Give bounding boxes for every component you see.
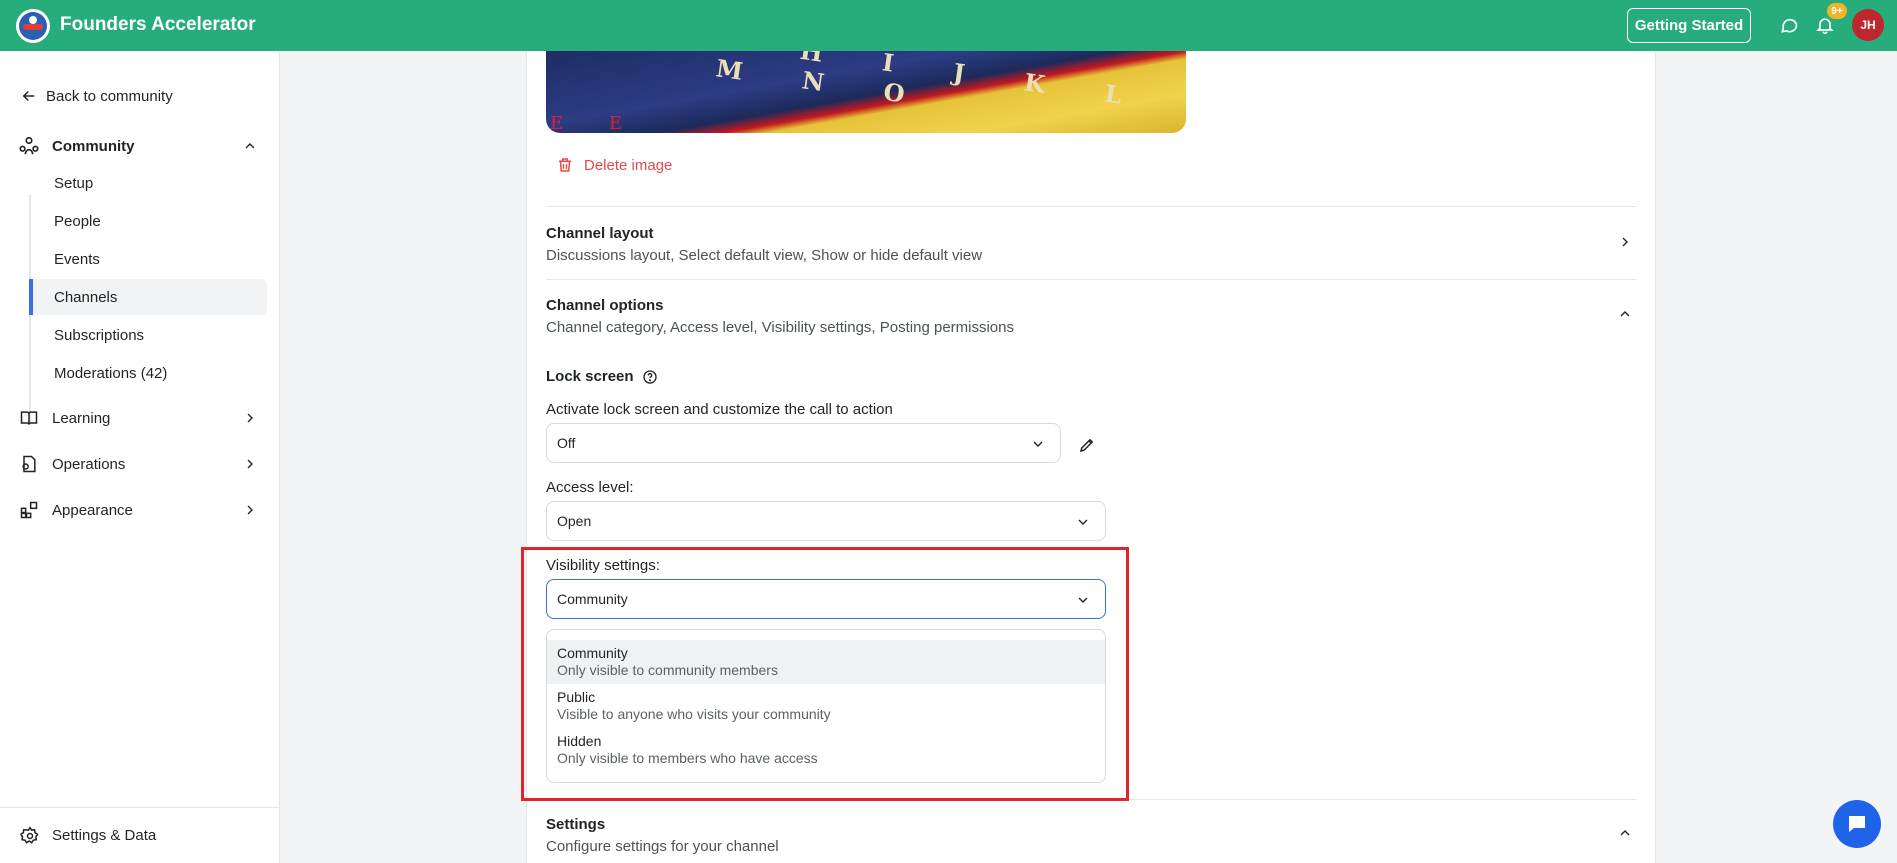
channel-layout-title[interactable]: Channel layout (546, 225, 654, 242)
back-label: Back to community (46, 87, 173, 105)
sidebar-section-label: Learning (52, 409, 111, 427)
access-level-select[interactable]: Open (546, 501, 1106, 541)
community-logo[interactable] (16, 9, 50, 43)
access-level-value: Open (557, 513, 592, 529)
chevron-right-icon[interactable] (240, 408, 260, 428)
lock-screen-value: Off (557, 435, 576, 451)
operations-icon (18, 453, 40, 475)
lock-screen-field-label: Activate lock screen and customize the c… (546, 401, 893, 418)
sidebar-item-subscriptions[interactable]: Subscriptions (29, 317, 267, 353)
sidebar-section-label: Operations (52, 455, 126, 473)
chevron-right-icon[interactable] (240, 500, 260, 520)
lock-screen-title: Lock screen (546, 368, 658, 385)
chat-bubble-icon (1849, 816, 1865, 832)
sidebar-item-events[interactable]: Events (29, 241, 267, 277)
chevron-up-icon[interactable] (1615, 823, 1635, 843)
sidebar-item-channels[interactable]: Channels (29, 279, 267, 315)
community-name[interactable]: Founders Accelerator (60, 14, 256, 36)
pencil-icon[interactable] (1075, 433, 1099, 457)
support-chat-button[interactable] (1833, 800, 1881, 848)
help-icon[interactable] (642, 369, 658, 385)
top-bar: Founders Accelerator Getting Started 9+ … (0, 0, 1897, 51)
banner-red-letters: E E (550, 113, 643, 133)
chevron-right-icon[interactable] (1615, 232, 1635, 252)
sidebar-section-label: Community (52, 137, 135, 155)
gear-icon (20, 825, 39, 844)
chevron-up-icon[interactable] (1615, 304, 1635, 324)
delete-image-label: Delete image (584, 156, 673, 174)
settings-and-data-link[interactable]: Settings & Data (0, 807, 280, 863)
sidebar-section-operations[interactable]: Operations (18, 450, 260, 478)
sidebar-section-appearance[interactable]: Appearance (18, 496, 260, 524)
sidebar-section-community[interactable]: Community (18, 132, 260, 160)
access-level-label: Access level: (546, 479, 634, 496)
delete-image-button[interactable]: Delete image (556, 156, 672, 174)
sidebar-section-label: Appearance (52, 501, 133, 519)
settings-section-desc: Configure settings for your channel (546, 838, 779, 855)
lock-screen-label: Lock screen (546, 368, 634, 385)
settings-and-data-label: Settings & Data (52, 827, 157, 844)
banner-letters: G H I J K L M N O (714, 51, 1150, 114)
chevron-down-icon (1028, 434, 1048, 454)
settings-section-title[interactable]: Settings (546, 816, 605, 833)
community-icon (18, 135, 40, 157)
getting-started-button[interactable]: Getting Started (1627, 8, 1751, 43)
chevron-right-icon[interactable] (240, 454, 260, 474)
sidebar-item-people[interactable]: People (29, 203, 267, 239)
chevron-up-icon[interactable] (240, 136, 260, 156)
book-icon (18, 407, 40, 429)
sidebar-section-learning[interactable]: Learning (18, 404, 260, 432)
back-to-community-link[interactable]: Back to community (20, 87, 173, 105)
sidebar: Back to community Community Setup People… (0, 51, 280, 863)
lock-screen-select[interactable]: Off (546, 423, 1061, 463)
trash-icon (559, 158, 571, 172)
appearance-icon (18, 499, 40, 521)
channel-options-title[interactable]: Channel options (546, 297, 664, 314)
arrow-left-icon (22, 90, 35, 102)
divider (546, 279, 1636, 280)
sidebar-item-moderations[interactable]: Moderations (42) (29, 355, 267, 391)
sidebar-item-setup[interactable]: Setup (29, 165, 267, 201)
avatar[interactable]: JH (1852, 9, 1884, 41)
divider (546, 206, 1636, 207)
channel-cover-image: G H I J K L M N O E E (546, 51, 1186, 133)
annotation-highlight-box (521, 547, 1129, 801)
channel-options-desc: Channel category, Access level, Visibili… (546, 319, 1014, 336)
chevron-down-icon (1073, 512, 1093, 532)
notification-badge: 9+ (1827, 3, 1847, 19)
chat-icon[interactable] (1778, 14, 1800, 36)
channel-layout-desc: Discussions layout, Select default view,… (546, 247, 983, 264)
